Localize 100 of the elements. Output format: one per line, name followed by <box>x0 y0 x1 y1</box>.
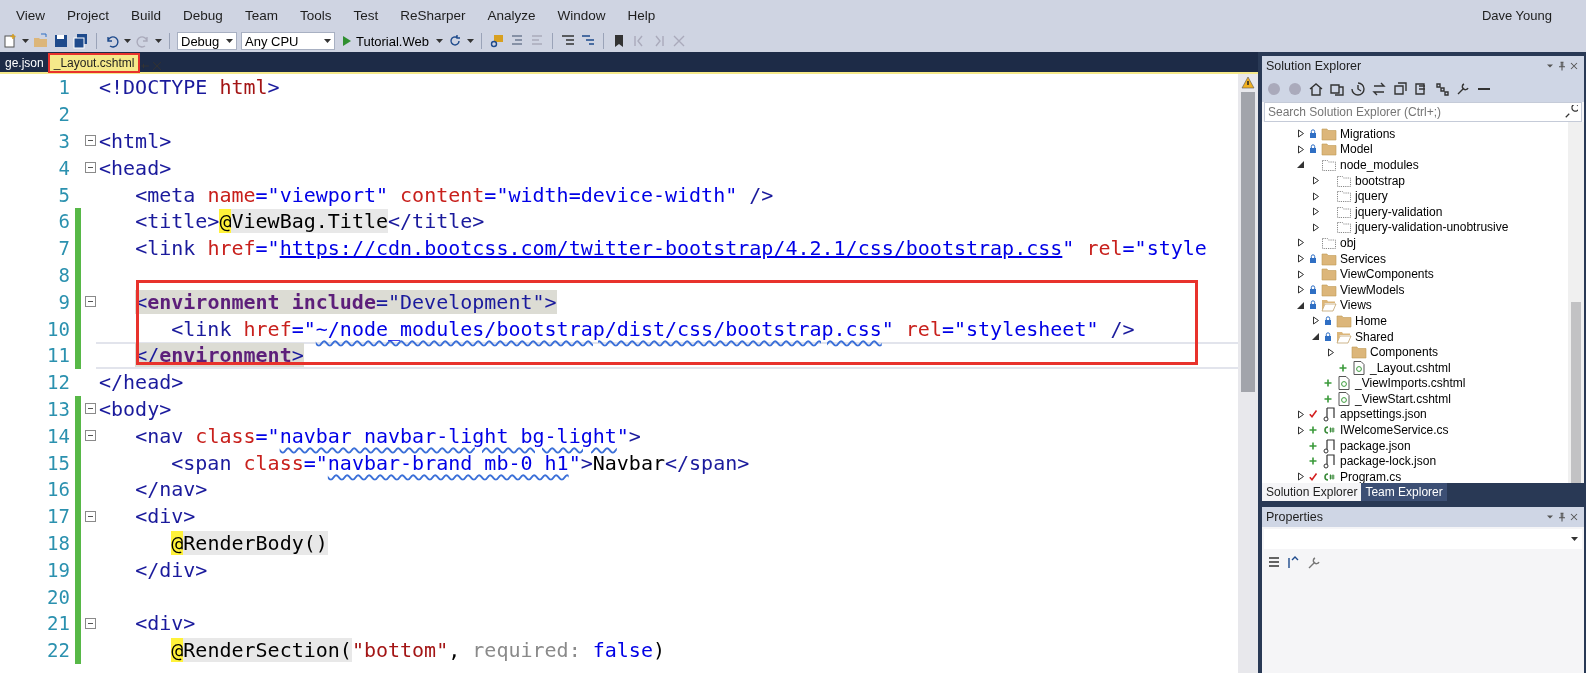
tree-item[interactable]: _ViewStart.cshtml <box>1355 391 1451 406</box>
collapsed-arrow-icon[interactable] <box>1296 238 1306 248</box>
collapsed-arrow-icon[interactable] <box>1296 472 1306 482</box>
folder-icon <box>1321 284 1337 297</box>
tree-item[interactable]: Views <box>1340 298 1372 313</box>
tree-item[interactable]: bootstrap <box>1355 173 1406 188</box>
find-icon[interactable] <box>489 33 505 49</box>
tree-item[interactable]: Shared <box>1355 329 1394 344</box>
collapsed-arrow-icon[interactable] <box>1311 222 1321 232</box>
expanded-arrow-icon[interactable] <box>1311 332 1321 341</box>
menu-item[interactable]: Team <box>244 7 278 23</box>
user-name[interactable]: Dave Young <box>1481 7 1552 23</box>
document-tab[interactable]: ge.json <box>0 54 49 72</box>
dropdown-arrow-icon[interactable] <box>1571 537 1578 541</box>
tree-item[interactable]: _Layout.cshtml <box>1370 360 1451 375</box>
tree-item[interactable]: ViewComponents <box>1340 267 1434 282</box>
menu-item[interactable]: Test <box>353 7 379 23</box>
refresh-icon[interactable] <box>447 33 463 49</box>
swap-arrows-icon[interactable] <box>1371 81 1387 97</box>
collapsed-arrow-icon[interactable] <box>1296 425 1306 435</box>
collapsed-arrow-icon[interactable] <box>1296 144 1306 154</box>
sync-icon[interactable] <box>1329 81 1345 97</box>
tree-view-icon[interactable] <box>1434 81 1450 97</box>
tree-item[interactable]: appsettings.json <box>1340 407 1427 422</box>
collapsed-arrow-icon[interactable] <box>1296 410 1306 419</box>
dropdown-arrow-icon[interactable] <box>22 39 29 43</box>
collapse-icon[interactable] <box>84 162 96 174</box>
tree-item[interactable]: jquery-validation <box>1355 204 1443 219</box>
menu-item[interactable]: ReSharper <box>400 7 466 23</box>
menu-item[interactable]: View <box>16 7 46 23</box>
platform-dropdown[interactable]: Any CPU <box>241 32 335 50</box>
start-button[interactable]: Tutorial.Web <box>339 33 432 49</box>
tree-item[interactable]: Migrations <box>1340 126 1396 141</box>
tree-item[interactable]: jquery-validation-unobtrusive <box>1355 220 1509 235</box>
lock-icon <box>1325 316 1331 325</box>
save-icon[interactable] <box>53 33 69 49</box>
search-field[interactable]: Search Solution Explorer (Ctrl+;) <box>1264 102 1582 122</box>
document-tab[interactable]: _Layout.cshtml <box>48 54 140 72</box>
tree-item[interactable]: Program.cs <box>1340 469 1402 483</box>
menu-item[interactable]: Build <box>131 7 162 23</box>
panel-tab[interactable]: Solution Explorer <box>1262 483 1362 501</box>
tree-item[interactable]: Home <box>1355 313 1387 328</box>
menu-item[interactable]: Project <box>67 7 110 23</box>
collapse-all-icon[interactable] <box>1392 81 1408 97</box>
collapse-icon[interactable] <box>84 296 96 308</box>
collapse-icon[interactable] <box>84 617 96 629</box>
menu-item[interactable]: Analyze <box>487 7 536 23</box>
tree-item[interactable]: Model <box>1340 142 1373 157</box>
collapse-icon[interactable] <box>84 135 96 147</box>
home-icon[interactable] <box>1308 81 1324 97</box>
search-icon[interactable] <box>1564 105 1578 119</box>
history-icon[interactable] <box>1350 81 1366 97</box>
menu-item[interactable]: Help <box>627 7 656 23</box>
dropdown-arrow-icon[interactable] <box>124 39 131 43</box>
wrench-icon[interactable] <box>1455 81 1471 97</box>
tree-item[interactable]: package-lock.json <box>1340 454 1437 469</box>
dropdown-arrow-icon[interactable] <box>436 39 443 43</box>
tree-item[interactable]: _ViewImports.cshtml <box>1355 376 1466 391</box>
expanded-arrow-icon[interactable] <box>1296 300 1306 310</box>
collapsed-arrow-icon[interactable] <box>1311 191 1321 201</box>
collapsed-arrow-icon[interactable] <box>1296 269 1306 279</box>
code-text: <nav class="navbar navbar-light bg-light"> <box>134 423 641 448</box>
dropdown-arrow-icon[interactable] <box>226 39 233 43</box>
folder-outline-icon <box>1337 191 1351 203</box>
collapsed-arrow-icon[interactable] <box>1311 316 1321 326</box>
tree-item[interactable]: node_modules <box>1340 158 1419 172</box>
property-pages-icon[interactable] <box>1306 555 1322 571</box>
collapsed-arrow-icon[interactable] <box>1326 347 1336 357</box>
collapse-icon[interactable] <box>84 430 96 442</box>
tree-item[interactable]: IWelcomeService.cs <box>1340 423 1449 438</box>
plus-icon <box>1309 441 1318 450</box>
save-all-icon[interactable] <box>73 33 89 49</box>
tree-item[interactable]: Services <box>1340 251 1386 266</box>
collapsed-arrow-icon[interactable] <box>1311 207 1321 217</box>
menu-item[interactable]: Window <box>557 7 606 23</box>
line-number: 22 <box>46 639 70 662</box>
dropdown-arrow-icon[interactable] <box>467 39 474 43</box>
tree-item[interactable]: obj <box>1340 235 1356 250</box>
panel-tab[interactable]: Team Explorer <box>1361 483 1447 501</box>
menu-item[interactable]: Tools <box>299 7 332 23</box>
lock-icon <box>1310 300 1316 310</box>
collapsed-arrow-icon[interactable] <box>1296 285 1306 295</box>
collapsed-arrow-icon[interactable] <box>1311 176 1321 186</box>
dropdown-arrow-icon[interactable] <box>155 39 162 43</box>
collapsed-arrow-icon[interactable] <box>1296 254 1306 264</box>
configuration-dropdown[interactable]: Debug <box>177 32 237 50</box>
tree-item[interactable]: Components <box>1370 345 1439 360</box>
dropdown-arrow-icon[interactable] <box>324 39 331 43</box>
code-text: <link href="https://cdn.bootcss.com/twitter-bootstrap/4.2.1/css/bootstrap.css" rel="style <box>134 236 1207 261</box>
menu-item[interactable]: Debug <box>183 7 223 23</box>
plus-icon <box>1324 394 1333 404</box>
collapsed-arrow-icon[interactable] <box>1296 129 1306 139</box>
tree-item[interactable]: jquery <box>1355 189 1388 204</box>
collapse-icon[interactable] <box>84 403 96 415</box>
expanded-arrow-icon[interactable] <box>1296 160 1306 170</box>
undo-icon[interactable] <box>104 33 120 49</box>
tree-item[interactable]: package.json <box>1340 438 1411 453</box>
folder-icon <box>1336 331 1352 343</box>
collapse-icon[interactable] <box>84 510 96 522</box>
tree-item[interactable]: ViewModels <box>1340 282 1405 297</box>
